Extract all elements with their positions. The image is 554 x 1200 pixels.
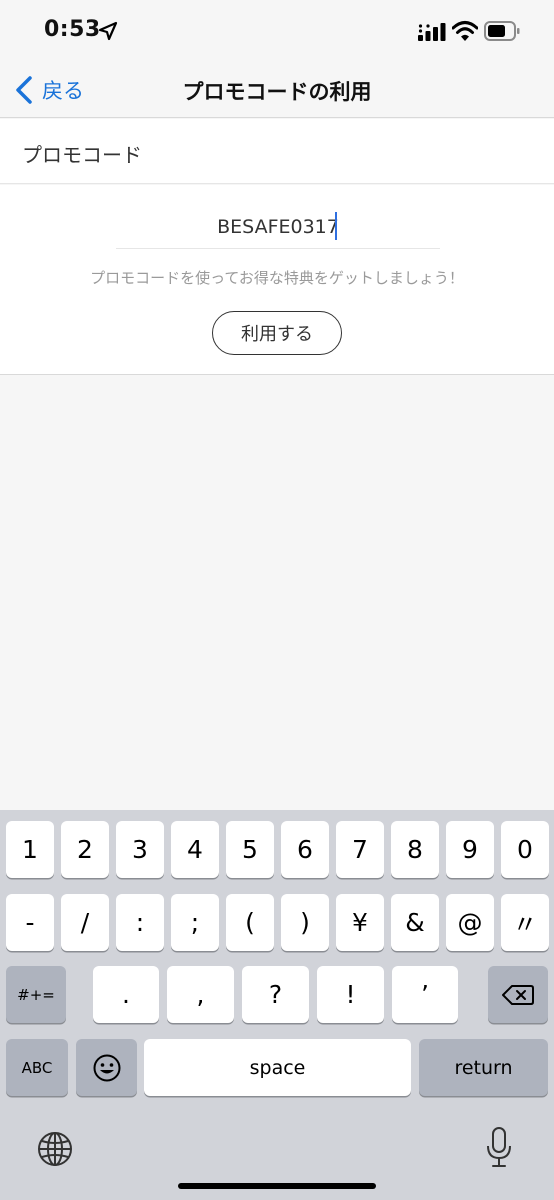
key-6[interactable]: 6 xyxy=(281,821,329,878)
key-abc[interactable]: ABC xyxy=(6,1039,68,1096)
promo-code-card: プロモコードを使ってお得な特典をゲットしましょう！ 利用する xyxy=(0,185,554,375)
text-cursor xyxy=(335,212,337,240)
key-close-paren[interactable]: ) xyxy=(281,894,329,951)
key-slash[interactable]: / xyxy=(61,894,109,951)
key-9[interactable]: 9 xyxy=(446,821,494,878)
cellular-signal-icon xyxy=(418,23,446,41)
promo-hint-text: プロモコードを使ってお得な特典をゲットしましょう！ xyxy=(90,269,464,287)
status-bar: 0:53 xyxy=(0,0,554,62)
key-semicolon[interactable]: ; xyxy=(171,894,219,951)
promo-code-input[interactable] xyxy=(116,205,440,249)
key-3[interactable]: 3 xyxy=(116,821,164,878)
home-indicator xyxy=(178,1183,376,1189)
key-more-symbols[interactable]: #+= xyxy=(6,966,66,1023)
key-open-paren[interactable]: ( xyxy=(226,894,274,951)
key-at[interactable]: @ xyxy=(446,894,494,951)
location-arrow-icon xyxy=(98,21,118,41)
battery-icon xyxy=(484,21,520,41)
key-delete[interactable] xyxy=(488,966,548,1023)
key-period[interactable]: . xyxy=(93,966,159,1023)
globe-icon[interactable] xyxy=(36,1130,74,1168)
key-0[interactable]: 0 xyxy=(501,821,549,878)
key-apostrophe[interactable]: ’ xyxy=(392,966,458,1023)
key-question[interactable]: ? xyxy=(242,966,309,1023)
wifi-icon xyxy=(452,21,478,41)
key-5[interactable]: 5 xyxy=(226,821,274,878)
key-2[interactable]: 2 xyxy=(61,821,109,878)
section-title: プロモコード xyxy=(22,143,142,167)
key-emoji[interactable] xyxy=(76,1039,137,1096)
key-hyphen[interactable]: - xyxy=(6,894,54,951)
microphone-icon[interactable] xyxy=(486,1126,512,1168)
key-1[interactable]: 1 xyxy=(6,821,54,878)
key-8[interactable]: 8 xyxy=(391,821,439,878)
emoji-icon xyxy=(93,1054,120,1081)
navigation-bar: 戻る プロモコードの利用 xyxy=(0,62,554,118)
key-colon[interactable]: : xyxy=(116,894,164,951)
apply-promo-button[interactable]: 利用する xyxy=(212,311,342,355)
key-4[interactable]: 4 xyxy=(171,821,219,878)
page-title: プロモコードの利用 xyxy=(182,80,372,104)
section-header: プロモコード xyxy=(0,119,554,184)
key-ampersand[interactable]: & xyxy=(391,894,439,951)
key-7[interactable]: 7 xyxy=(336,821,384,878)
key-exclamation[interactable]: ! xyxy=(317,966,384,1023)
key-return[interactable]: return xyxy=(419,1039,548,1096)
key-ditto[interactable]: 〃 xyxy=(501,894,549,951)
key-space[interactable]: space xyxy=(144,1039,411,1096)
key-comma[interactable]: , xyxy=(167,966,234,1023)
backspace-icon xyxy=(502,984,534,1005)
status-time: 0:53 xyxy=(44,17,101,42)
key-yen[interactable]: ¥ xyxy=(336,894,384,951)
